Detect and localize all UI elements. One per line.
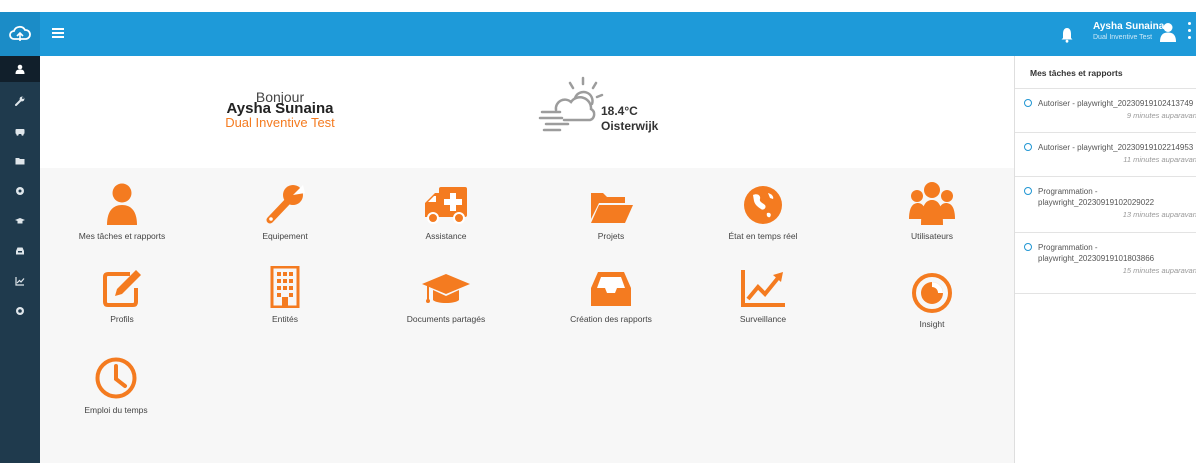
users-icon	[909, 182, 955, 225]
task-status-icon	[1024, 99, 1032, 107]
task-item[interactable]: Programmation - playwright_20230919101803…	[1024, 242, 1196, 284]
tile-projects[interactable]: Projets	[531, 181, 691, 241]
folder-icon	[15, 158, 25, 165]
globe-icon	[16, 187, 24, 195]
task-status-icon	[1024, 243, 1032, 251]
globe-icon	[744, 186, 782, 224]
app-logo[interactable]	[0, 12, 40, 56]
menu-toggle-button[interactable]	[52, 28, 64, 38]
tasks-panel: Mes tâches et rapports Autoriser - playw…	[1014, 56, 1196, 463]
tile-equipment[interactable]: Equipement	[205, 181, 365, 241]
tile-tasks-reports[interactable]: Mes tâches et rapports	[42, 181, 202, 241]
sidebar-item-projects[interactable]	[0, 148, 40, 174]
top-bar	[0, 12, 1196, 56]
tile-assistance[interactable]: Assistance	[366, 181, 526, 241]
tile-create-reports[interactable]: Création des rapports	[531, 264, 691, 324]
insight-icon	[16, 307, 24, 315]
header-user-org: Dual Inventive Test	[1093, 34, 1153, 41]
building-icon	[270, 266, 300, 308]
task-time: 11 minutes auparavant	[1123, 155, 1196, 164]
tile-label: Insight	[919, 319, 945, 329]
edit-icon	[103, 270, 141, 307]
tile-schedule[interactable]: Emploi du temps	[36, 355, 196, 415]
sidebar-item-tasks[interactable]	[0, 56, 40, 82]
panel-title: Mes tâches et rapports	[1030, 68, 1123, 78]
tile-label: Utilisateurs	[910, 231, 954, 241]
chart-icon	[15, 277, 25, 286]
tile-surveillance[interactable]: Surveillance	[683, 264, 843, 324]
more-options-icon[interactable]	[1188, 22, 1192, 42]
divider	[1015, 293, 1196, 294]
weather-cloudy-sun-icon	[538, 76, 604, 132]
tile-label: Equipement	[262, 231, 308, 241]
tile-insight[interactable]: Insight	[852, 269, 1012, 329]
tile-shared-documents[interactable]: Documents partagés	[366, 264, 526, 324]
sidebar-item-insight[interactable]	[0, 298, 40, 324]
tile-label: Documents partagés	[406, 314, 486, 324]
task-title: Programmation - playwright_20230919102029…	[1038, 187, 1155, 207]
app-window: Aysha Sunaina Dual Inventive Test Bonjou…	[0, 0, 1196, 463]
task-time: 15 minutes auparavant	[1122, 266, 1196, 275]
cloud-logo-icon	[9, 25, 31, 41]
task-title: Programmation - playwright_20230919101803…	[1038, 243, 1155, 263]
tile-label: État en temps réel	[728, 231, 798, 241]
task-item[interactable]: Autoriser - playwright_20230919102214953…	[1024, 142, 1196, 172]
divider	[1015, 232, 1196, 233]
wrench-icon	[266, 185, 305, 224]
tile-label: Création des rapports	[570, 314, 652, 324]
task-time: 13 minutes auparavant	[1122, 210, 1196, 219]
tile-label: Entités	[272, 314, 298, 324]
weather-city: Oisterwijk	[601, 119, 659, 133]
inbox-icon	[591, 272, 631, 306]
divider	[1015, 132, 1196, 133]
tile-label: Surveillance	[739, 314, 787, 324]
ambulance-icon	[425, 187, 467, 224]
sidebar-item-reports[interactable]	[0, 238, 40, 264]
tile-label: Projets	[597, 231, 625, 241]
tile-users[interactable]: Utilisateurs	[852, 181, 1012, 241]
header-user-name[interactable]: Aysha Sunaina	[1093, 21, 1164, 32]
tile-label: Assistance	[425, 231, 467, 241]
tile-entities[interactable]: Entités	[205, 264, 365, 324]
task-title: Autoriser - playwright_20230919102413749	[1038, 99, 1194, 108]
tile-label: Mes tâches et rapports	[78, 231, 166, 241]
task-status-icon	[1024, 143, 1032, 151]
tile-label: Emploi du temps	[84, 405, 148, 415]
user-icon	[107, 183, 137, 225]
divider	[1015, 176, 1196, 177]
task-item[interactable]: Autoriser - playwright_20230919102413749…	[1024, 98, 1196, 128]
weather-temperature: 18.4°C	[601, 104, 638, 118]
sidebar-item-surveillance[interactable]	[0, 268, 40, 294]
divider	[1015, 88, 1196, 89]
task-status-icon	[1024, 187, 1032, 195]
graduation-cap-icon	[422, 274, 470, 303]
greeting-company: Dual Inventive Test	[225, 115, 335, 130]
task-title: Autoriser - playwright_20230919102214953	[1038, 143, 1194, 152]
sidebar-item-realtime[interactable]	[0, 178, 40, 204]
tile-label: Profils	[110, 314, 134, 324]
tile-realtime-status[interactable]: État en temps réel	[683, 181, 843, 241]
graduation-cap-icon	[15, 218, 25, 224]
tile-profiles[interactable]: Profils	[42, 264, 202, 324]
task-time: 9 minutes auparavant	[1126, 111, 1196, 120]
folder-open-icon	[591, 193, 633, 223]
sidebar-item-documents[interactable]	[0, 208, 40, 234]
notification-bell-icon[interactable]	[1060, 27, 1074, 43]
insight-icon	[912, 273, 952, 313]
task-item[interactable]: Programmation - playwright_20230919102029…	[1024, 186, 1196, 228]
inbox-icon	[16, 247, 24, 255]
user-icon	[15, 64, 25, 74]
chart-icon	[741, 270, 785, 307]
clock-icon	[95, 357, 137, 399]
user-avatar-icon[interactable]	[1160, 22, 1176, 42]
